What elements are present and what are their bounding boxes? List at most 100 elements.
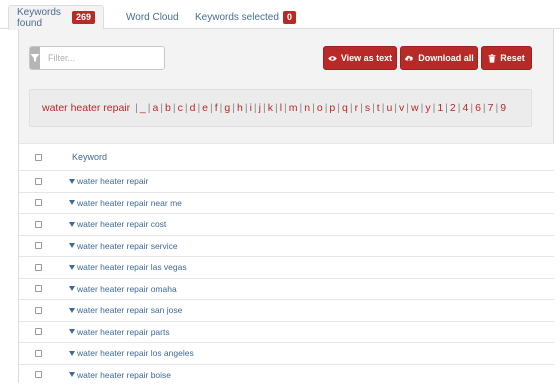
alphabet-letter[interactable]: p	[329, 102, 335, 114]
alphabet-separator: |	[337, 102, 340, 114]
caret-down-icon	[69, 372, 75, 377]
keyword-link[interactable]: water heater repair boise	[69, 370, 171, 380]
alphabet-letter[interactable]: d	[190, 102, 196, 114]
alphabet-letter[interactable]: v	[399, 102, 404, 114]
table-row: water heater repair near me	[19, 192, 554, 214]
alphabet-separator: |	[406, 102, 409, 114]
alphabet-letter[interactable]: s	[365, 102, 370, 114]
alphabet-separator: |	[300, 102, 303, 114]
row-checkbox[interactable]	[35, 221, 42, 228]
alphabet-letter[interactable]: m	[289, 102, 298, 114]
alphabet-separator: |	[394, 102, 397, 114]
alphabet-letter[interactable]: k	[268, 102, 273, 114]
alphabet-letter[interactable]: 2	[450, 102, 456, 114]
alphabet-separator: |	[495, 102, 498, 114]
alphabet-filter-bar: water heater repair |_|a|b|c|d|e|f|g|h|i…	[29, 89, 532, 127]
alphabet-letter[interactable]: 6	[475, 102, 481, 114]
keyword-link[interactable]: water heater repair near me	[69, 198, 182, 208]
alphabet-separator: |	[160, 102, 163, 114]
alphabet-letter[interactable]: c	[178, 102, 183, 114]
keyword-column-header: Keyword	[72, 152, 107, 162]
tab-keywords-found[interactable]: Keywords found 269	[8, 5, 104, 30]
alphabet-letter[interactable]: _	[140, 102, 146, 114]
keyword-text: water heater repair parts	[77, 327, 170, 337]
keywords-selected-badge: 0	[283, 11, 296, 24]
table-row: water heater repair san jose	[19, 299, 554, 321]
alphabet-keyword[interactable]: water heater repair	[42, 102, 130, 114]
alphabet-letter[interactable]: w	[411, 102, 419, 114]
row-checkbox[interactable]	[35, 371, 42, 378]
caret-down-icon	[69, 351, 75, 356]
keyword-text: water heater repair omaha	[77, 284, 177, 294]
keyword-link[interactable]: water heater repair parts	[69, 327, 170, 337]
alphabet-letter[interactable]: l	[280, 102, 282, 114]
keyword-text: water heater repair service	[77, 241, 178, 251]
caret-down-icon	[69, 308, 75, 313]
alphabet-letter[interactable]: 9	[500, 102, 506, 114]
alphabet-separator: |	[254, 102, 257, 114]
table-row: water heater repair	[19, 170, 554, 192]
eye-icon	[328, 55, 337, 62]
view-as-text-button[interactable]: View as text	[323, 46, 397, 70]
tab-word-cloud[interactable]: Word Cloud	[118, 5, 187, 30]
alphabet-letter[interactable]: t	[377, 102, 380, 114]
keywords-found-badge: 269	[72, 11, 95, 24]
alphabet-letter[interactable]: 4	[462, 102, 468, 114]
alphabet-letter[interactable]: h	[237, 102, 243, 114]
alphabet-letter[interactable]: r	[355, 102, 359, 114]
keyword-link[interactable]: water heater repair san jose	[69, 305, 182, 315]
keyword-link[interactable]: water heater repair service	[69, 241, 178, 251]
view-as-text-label: View as text	[341, 53, 392, 63]
download-all-button[interactable]: Download all	[400, 46, 478, 70]
keyword-link[interactable]: water heater repair cost	[69, 219, 166, 229]
table-row: water heater repair boise	[19, 364, 554, 385]
reset-button[interactable]: Reset	[481, 46, 532, 70]
keyword-text: water heater repair los angeles	[77, 348, 194, 358]
tab-keywords-selected[interactable]: Keywords selected 0	[187, 5, 304, 30]
alphabet-letter[interactable]: b	[165, 102, 171, 114]
alphabet-separator: |	[275, 102, 278, 114]
alphabet-separator: |	[360, 102, 363, 114]
row-checkbox[interactable]	[35, 199, 42, 206]
alphabet-separator: |	[421, 102, 424, 114]
alphabet-letter[interactable]: y	[425, 102, 430, 114]
alphabet-separator: |	[173, 102, 176, 114]
keyword-link[interactable]: water heater repair omaha	[69, 284, 177, 294]
alphabet-letter[interactable]: e	[202, 102, 208, 114]
funnel-icon[interactable]	[30, 47, 40, 69]
alphabet-separator: |	[232, 102, 235, 114]
alphabet-letter[interactable]: i	[250, 102, 252, 114]
row-checkbox[interactable]	[35, 178, 42, 185]
alphabet-separator: |	[148, 102, 151, 114]
keyword-text: water heater repair	[77, 176, 148, 186]
row-checkbox[interactable]	[35, 264, 42, 271]
table-row: water heater repair omaha	[19, 278, 554, 300]
row-checkbox[interactable]	[35, 307, 42, 314]
alphabet-letter[interactable]: q	[342, 102, 348, 114]
alphabet-letter[interactable]: j	[259, 102, 261, 114]
keywords-panel: View as text Download all Reset water he…	[18, 29, 554, 383]
alphabet-letter[interactable]: u	[386, 102, 392, 114]
table-row: water heater repair las vegas	[19, 256, 554, 278]
keyword-text: water heater repair near me	[77, 198, 182, 208]
filter-input[interactable]	[40, 47, 165, 69]
trash-icon	[488, 54, 496, 63]
alphabet-letter[interactable]: f	[215, 102, 218, 114]
row-checkbox[interactable]	[35, 285, 42, 292]
keyword-link[interactable]: water heater repair los angeles	[69, 348, 194, 358]
alphabet-letter[interactable]: 1	[437, 102, 443, 114]
keyword-link[interactable]: water heater repair	[69, 176, 148, 186]
alphabet-letter[interactable]: n	[304, 102, 310, 114]
alphabet-separator: |	[483, 102, 486, 114]
alphabet-letter[interactable]: o	[317, 102, 323, 114]
row-checkbox[interactable]	[35, 328, 42, 335]
alphabet-letters: |_|a|b|c|d|e|f|g|h|i|j|k|l|m|n|o|p|q|r|s…	[133, 102, 506, 114]
alphabet-letter[interactable]: a	[152, 102, 158, 114]
row-checkbox[interactable]	[35, 242, 42, 249]
keyword-link[interactable]: water heater repair las vegas	[69, 262, 187, 272]
select-all-checkbox[interactable]	[35, 154, 42, 161]
alphabet-letter[interactable]: g	[224, 102, 230, 114]
alphabet-letter[interactable]: 7	[488, 102, 494, 114]
alphabet-separator: |	[185, 102, 188, 114]
row-checkbox[interactable]	[35, 350, 42, 357]
